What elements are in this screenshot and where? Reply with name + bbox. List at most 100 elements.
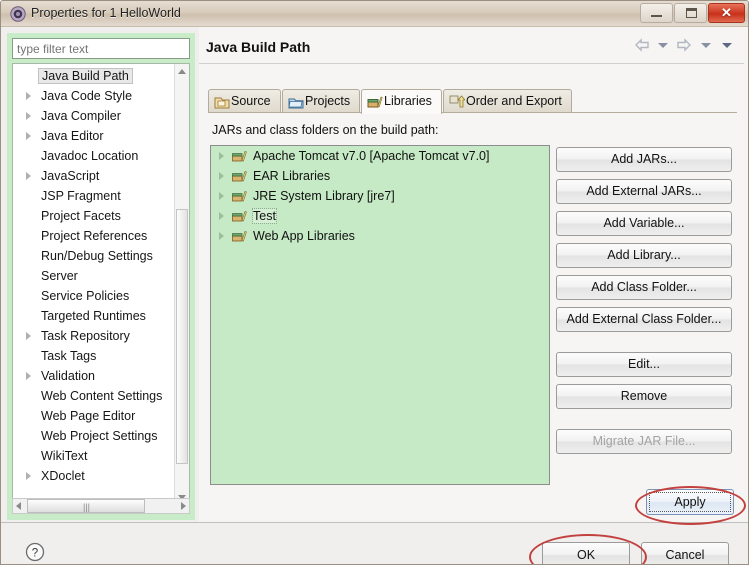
filter-box[interactable]: [12, 38, 190, 59]
list-item[interactable]: Apache Tomcat v7.0 [Apache Tomcat v7.0]: [211, 146, 549, 166]
sidebar-item-label: Targeted Runtimes: [41, 309, 146, 323]
library-label: JRE System Library [jre7]: [253, 189, 395, 203]
svg-text:?: ?: [32, 548, 38, 560]
sidebar-item-web-project-settings[interactable]: Web Project Settings: [13, 426, 175, 446]
sidebar-item-task-repository[interactable]: Task Repository: [13, 326, 175, 346]
expand-arrow-icon[interactable]: [219, 172, 224, 180]
expand-arrow-icon[interactable]: [26, 172, 31, 180]
scroll-up-icon[interactable]: [178, 69, 186, 74]
library-action-buttons: Add JARs... Add External JARs... Add Varia…: [556, 147, 734, 461]
expand-arrow-icon[interactable]: [26, 92, 31, 100]
list-item[interactable]: Test: [211, 206, 549, 226]
sidebar-item-validation[interactable]: Validation: [13, 366, 175, 386]
sidebar-horizontal-scrollbar[interactable]: |||: [12, 498, 190, 514]
remove-button[interactable]: Remove: [556, 384, 732, 409]
close-icon: ✕: [721, 5, 732, 20]
settings-tree[interactable]: Java Build Path Java Code Style Java Compi…: [12, 63, 190, 506]
close-button[interactable]: ✕: [708, 3, 745, 23]
add-library-button[interactable]: Add Library...: [556, 243, 732, 268]
sidebar-item-java-compiler[interactable]: Java Compiler: [13, 106, 175, 126]
tab-source[interactable]: Source: [208, 89, 281, 113]
add-external-class-folder-button[interactable]: Add External Class Folder...: [556, 307, 732, 332]
scroll-right-icon[interactable]: [181, 502, 186, 510]
forward-chevron-down-icon[interactable]: [700, 42, 711, 48]
sidebar-item-label: Run/Debug Settings: [41, 249, 153, 263]
add-class-folder-button[interactable]: Add Class Folder...: [556, 275, 732, 300]
expand-arrow-icon[interactable]: [26, 112, 31, 120]
sidebar-item-label: WikiText: [41, 449, 88, 463]
tab-strip-divider: [208, 112, 737, 113]
settings-tree-list: Java Build Path Java Code Style Java Compi…: [13, 66, 175, 486]
menu-chevron-down-icon[interactable]: [722, 42, 732, 48]
library-label: Apache Tomcat v7.0 [Apache Tomcat v7.0]: [253, 149, 490, 163]
expand-arrow-icon[interactable]: [219, 152, 224, 160]
sidebar-item-server[interactable]: Server: [13, 266, 175, 286]
content-pane: Java Build Path Source Projects Libraries O…: [199, 27, 748, 522]
sidebar-item-label: Server: [41, 269, 78, 283]
window-title: Properties for 1 HelloWorld: [31, 6, 181, 20]
search-input[interactable]: [13, 39, 163, 58]
scroll-left-icon[interactable]: [16, 502, 21, 510]
sidebar-item-project-references[interactable]: Project References: [13, 226, 175, 246]
apply-button[interactable]: Apply: [646, 489, 734, 515]
sidebar-item-web-page-editor[interactable]: Web Page Editor: [13, 406, 175, 426]
library-label: Test: [252, 208, 277, 224]
sidebar-item-label: Java Build Path: [38, 68, 133, 84]
sidebar-item-java-code-style[interactable]: Java Code Style: [13, 86, 175, 106]
libraries-list[interactable]: Apache Tomcat v7.0 [Apache Tomcat v7.0] E…: [210, 145, 550, 485]
expand-arrow-icon[interactable]: [219, 192, 224, 200]
tab-label: Projects: [305, 94, 351, 108]
sidebar-item-label: Java Editor: [41, 129, 104, 143]
build-path-description: JARs and class folders on the build path…: [212, 123, 439, 137]
sidebar-item-wikitext[interactable]: WikiText: [13, 446, 175, 466]
expand-arrow-icon[interactable]: [219, 232, 224, 240]
maximize-button[interactable]: [674, 3, 707, 23]
sidebar-item-java-build-path[interactable]: Java Build Path: [13, 66, 175, 86]
scrollbar-thumb[interactable]: [176, 209, 188, 464]
sidebar-item-task-tags[interactable]: Task Tags: [13, 346, 175, 366]
expand-arrow-icon[interactable]: [26, 372, 31, 380]
cancel-button[interactable]: Cancel: [641, 542, 729, 564]
sidebar-item-web-content-settings[interactable]: Web Content Settings: [13, 386, 175, 406]
tab-order-and-export[interactable]: Order and Export: [443, 89, 572, 113]
tab-libraries[interactable]: Libraries: [361, 89, 442, 114]
sidebar-item-java-editor[interactable]: Java Editor: [13, 126, 175, 146]
sidebar-item-javadoc-location[interactable]: Javadoc Location: [13, 146, 175, 166]
settings-sidebar: Java Build Path Java Code Style Java Compi…: [7, 33, 195, 520]
sidebar-item-label: Web Page Editor: [41, 409, 136, 423]
list-item[interactable]: EAR Libraries: [211, 166, 549, 186]
list-item[interactable]: JRE System Library [jre7]: [211, 186, 549, 206]
migrate-jar-file-button: Migrate JAR File...: [556, 429, 732, 454]
minimize-button[interactable]: [640, 3, 673, 23]
back-arrow-icon[interactable]: [633, 37, 651, 53]
sidebar-item-project-facets[interactable]: Project Facets: [13, 206, 175, 226]
sidebar-item-jsp-fragment[interactable]: JSP Fragment: [13, 186, 175, 206]
scrollbar-thumb-horizontal[interactable]: |||: [27, 499, 145, 513]
add-external-jars-button[interactable]: Add External JARs...: [556, 179, 732, 204]
sidebar-vertical-scrollbar[interactable]: [174, 64, 189, 505]
sidebar-item-xdoclet[interactable]: XDoclet: [13, 466, 175, 486]
sidebar-item-javascript[interactable]: JavaScript: [13, 166, 175, 186]
tab-projects[interactable]: Projects: [282, 89, 361, 113]
sidebar-item-label: JavaScript: [41, 169, 100, 183]
edit-button[interactable]: Edit...: [556, 352, 732, 377]
sidebar-item-run-debug-settings[interactable]: Run/Debug Settings: [13, 246, 175, 266]
expand-arrow-icon[interactable]: [26, 132, 31, 140]
ok-button[interactable]: OK: [542, 542, 630, 564]
expand-arrow-icon[interactable]: [219, 212, 224, 220]
sidebar-item-targeted-runtimes[interactable]: Targeted Runtimes: [13, 306, 175, 326]
sidebar-item-service-policies[interactable]: Service Policies: [13, 286, 175, 306]
tab-label: Libraries: [384, 94, 432, 108]
sidebar-item-label: Task Repository: [41, 329, 130, 343]
tab-label: Order and Export: [466, 94, 562, 108]
help-question-icon[interactable]: ?: [24, 541, 46, 563]
sidebar-item-label: Javadoc Location: [41, 149, 139, 163]
forward-arrow-icon[interactable]: [675, 37, 693, 53]
add-variable-button[interactable]: Add Variable...: [556, 211, 732, 236]
expand-arrow-icon[interactable]: [26, 472, 31, 480]
expand-arrow-icon[interactable]: [26, 332, 31, 340]
back-chevron-down-icon[interactable]: [657, 42, 668, 48]
sidebar-item-label: Task Tags: [41, 349, 97, 363]
add-jars-button[interactable]: Add JARs...: [556, 147, 732, 172]
list-item[interactable]: Web App Libraries: [211, 226, 549, 246]
